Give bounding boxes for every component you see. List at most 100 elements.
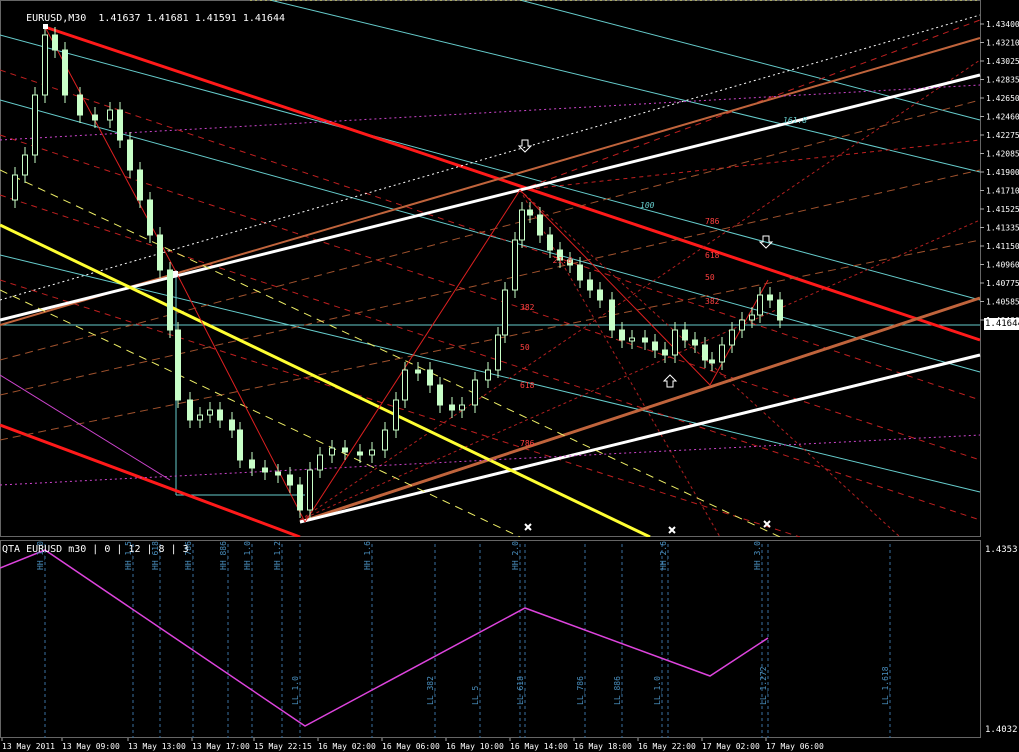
time-label: 17 May 02:00 — [702, 742, 760, 751]
candle-body — [609, 299, 615, 331]
time-label: 16 May 18:00 — [574, 742, 632, 751]
candle-body — [749, 314, 755, 321]
fib-fan-label: 21.8 — [553, 256, 572, 265]
red-dashed-line — [519, 139, 981, 191]
candle-body — [207, 409, 213, 416]
candle-body — [297, 484, 303, 511]
cross-marker-icon — [668, 526, 676, 534]
time-label: 17 May 06:00 — [766, 742, 824, 751]
ll-level-label: LL_1.272 — [759, 666, 768, 705]
fib-level-label: 382 — [705, 297, 720, 306]
candle-body — [495, 334, 501, 371]
price-label: 1.42275 — [986, 131, 1019, 140]
magenta-dotted-line — [0, 434, 981, 486]
price-label: 1.42835 — [986, 76, 1019, 85]
price-label: 1.40775 — [986, 279, 1019, 288]
fib-level-label: 50 — [705, 273, 715, 282]
price-label: 1.41150 — [986, 242, 1019, 251]
candle-body — [187, 399, 193, 421]
indicator-scale-top: 1.4353 — [985, 545, 1018, 555]
down-arrow-icon — [517, 139, 533, 153]
price-label: 1.41900 — [986, 168, 1019, 177]
candle-body — [777, 299, 783, 321]
candle-body — [369, 449, 375, 456]
time-label: 15 May 22:15 — [254, 742, 312, 751]
ll-level-label: LL_1.0 — [653, 676, 662, 705]
time-label: 13 May 09:00 — [62, 742, 120, 751]
candle-body — [275, 471, 281, 476]
candle-body — [167, 269, 173, 331]
up-arrow-icon — [662, 374, 678, 388]
candle-body — [62, 49, 68, 96]
price-label: 1.42650 — [986, 94, 1019, 103]
candle-body — [92, 114, 98, 121]
price-chart[interactable]: 382 50 618 786 786 618 50 382 100 161.8 21.8 1.434… — [0, 0, 1019, 537]
candle-body — [382, 429, 388, 451]
candle-body — [217, 409, 223, 421]
time-label: 16 May 06:00 — [382, 742, 440, 751]
ll-level-label: LL_886 — [613, 676, 622, 705]
candle-body — [692, 339, 698, 346]
indicator-title: QTA EURUSD m30 | 0 | 12 | 8 | 3 — [2, 544, 189, 555]
candle-body — [329, 447, 335, 456]
price-label: 1.41710 — [986, 187, 1019, 196]
time-label: 13 May 17:00 — [192, 742, 250, 751]
candle-body — [157, 234, 163, 271]
indicator-frame — [0, 540, 981, 738]
time-label: 16 May 22:00 — [638, 742, 696, 751]
candle-body — [77, 94, 83, 116]
candle-body — [449, 404, 455, 411]
candle-body — [32, 94, 38, 156]
candle-body — [287, 474, 293, 486]
fibonacci-labels-layer: 382 50 618 786 786 618 50 382 100 161.8 21.8 — [520, 116, 807, 448]
candle-body — [729, 329, 735, 346]
candle-body — [12, 174, 18, 201]
candle-body — [619, 329, 625, 341]
candlestick-series — [12, 27, 783, 518]
hh-level-label: HH_2.618 — [659, 540, 668, 570]
ll-level-label: LL_786 — [576, 676, 585, 705]
fib-fan-label: 100 — [640, 201, 655, 210]
candle-body — [393, 399, 399, 431]
candle-body — [317, 454, 323, 471]
yellow-dashed-line — [0, 289, 521, 537]
ll-level-label: LL_5 — [471, 686, 480, 705]
red-support-line — [0, 423, 301, 537]
magenta-line — [0, 374, 171, 481]
candle-body — [107, 109, 113, 121]
zigzag-segment — [175, 271, 306, 523]
hh-level-label: HH_886 — [219, 541, 228, 570]
red-dashed-line — [0, 134, 981, 461]
price-label: 1.42085 — [986, 150, 1019, 159]
white-dotted-line — [0, 14, 981, 301]
candle-body — [652, 341, 658, 351]
fib-level-label: 786 — [520, 439, 535, 448]
hh-level-label: HH_3.0 — [753, 541, 762, 570]
candle-body — [357, 451, 363, 456]
price-label: 1.42460 — [986, 113, 1019, 122]
brown-dashed-line — [0, 239, 981, 441]
candle-body — [642, 337, 648, 343]
candle-body — [485, 369, 491, 381]
candle-body — [459, 404, 465, 411]
candle-body — [537, 214, 543, 236]
red-resistance-line — [44, 25, 981, 342]
qta-indicator-panel[interactable]: HH_1.0 HH_1.5 HH_618 HH_786 HH_886 HH_1.0 HH_1… — [0, 540, 1019, 738]
candle-body — [229, 419, 235, 431]
candle-body — [597, 289, 603, 301]
candle-body — [629, 337, 635, 342]
trading-terminal-window: 382 50 618 786 786 618 50 382 100 161.8 21.8 1.434… — [0, 0, 1019, 752]
ll-level-label: LL_1.0 — [291, 676, 300, 705]
fib-fan-label: 161.8 — [783, 116, 807, 125]
cross-marker-icon — [524, 523, 532, 531]
candle-body — [739, 319, 745, 331]
candle-body — [437, 384, 443, 406]
candle-body — [709, 359, 715, 364]
price-label: 1.40585 — [986, 298, 1019, 307]
candle-body — [512, 239, 518, 291]
candle-body — [502, 289, 508, 336]
hh-level-label: HH_1.0 — [243, 541, 252, 570]
candle-body — [472, 379, 478, 406]
hh-level-label: HH_2.0 — [511, 541, 520, 570]
brown-channel-line — [299, 296, 981, 524]
